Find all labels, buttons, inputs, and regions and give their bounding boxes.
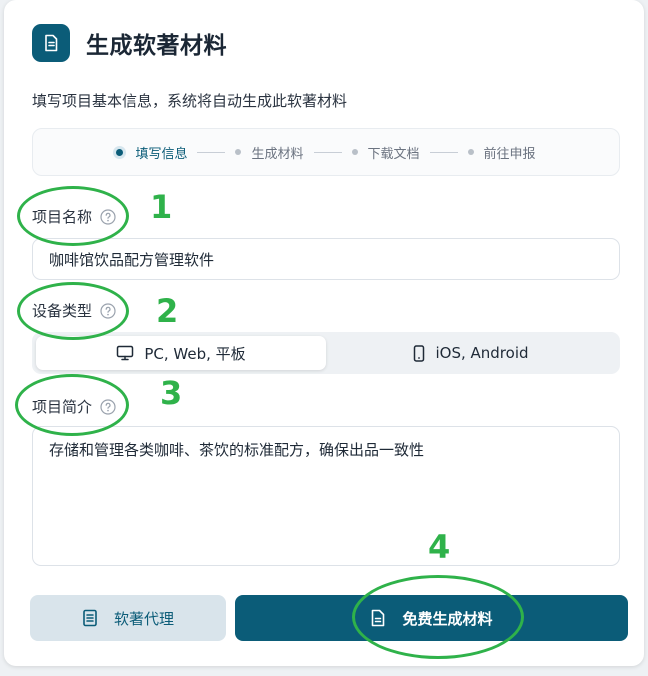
project-name-label: 项目名称 [32,206,116,227]
help-icon[interactable] [100,302,116,319]
step-dot [235,149,242,155]
project-intro-value: 存储和管理各类咖啡、茶饮的标准配方，确保出品一致性 [49,441,425,459]
copyright-agent-button[interactable]: 软著代理 [30,595,226,641]
step-dot [467,149,474,155]
step-download: 下载文档 [351,143,420,162]
list-document-icon [83,609,97,627]
project-intro-label: 项目简介 [32,396,116,417]
device-type-selector: PC, Web, 平板 iOS, Android [32,332,620,374]
page-title: 生成软著材料 [86,33,227,59]
step-dot [116,148,124,156]
progress-steps: 填写信息 生成材料 下载文档 前往申报 [32,128,620,176]
step-dot [351,149,358,155]
help-icon[interactable] [100,208,116,225]
header: 生成软著材料 [32,24,227,62]
step-label: 下载文档 [367,146,420,162]
device-option-pc-web[interactable]: PC, Web, 平板 [36,336,326,370]
generate-materials-button[interactable]: 免费生成材料 [235,595,628,641]
phone-icon [414,344,425,362]
project-name-label-text: 项目名称 [32,208,93,226]
step-label: 前往申报 [483,146,536,162]
monitor-icon [117,345,134,361]
device-type-label-text: 设备类型 [32,302,93,320]
document-icon [372,609,385,627]
project-intro-textarea[interactable]: 存储和管理各类咖啡、茶饮的标准配方，确保出品一致性 [32,426,620,566]
project-name-value: 咖啡馆饮品配方管理软件 [49,250,215,269]
document-icon [32,24,70,62]
step-label: 填写信息 [135,146,188,162]
step-generate: 生成材料 [235,143,304,162]
device-option-label: iOS, Android [435,344,529,362]
step-connector [197,151,226,153]
device-type-label: 设备类型 [32,300,116,321]
step-fill-info: 填写信息 [116,143,187,162]
step-connector [429,151,458,153]
copyright-agent-label: 软著代理 [113,609,174,628]
help-icon[interactable] [100,398,116,415]
project-name-input[interactable]: 咖啡馆饮品配方管理软件 [32,238,620,280]
step-label: 生成材料 [251,146,304,162]
project-intro-label-text: 项目简介 [32,398,93,416]
step-apply: 前往申报 [467,143,536,162]
device-option-mobile[interactable]: iOS, Android [326,336,616,370]
device-option-label: PC, Web, 平板 [144,344,246,363]
form-card: 生成软著材料 填写项目基本信息，系统将自动生成此软著材料 填写信息 生成材料 下… [4,0,644,666]
generate-materials-label: 免费生成材料 [402,609,493,628]
step-connector [313,151,342,153]
page-subtitle: 填写项目基本信息，系统将自动生成此软著材料 [32,92,348,110]
